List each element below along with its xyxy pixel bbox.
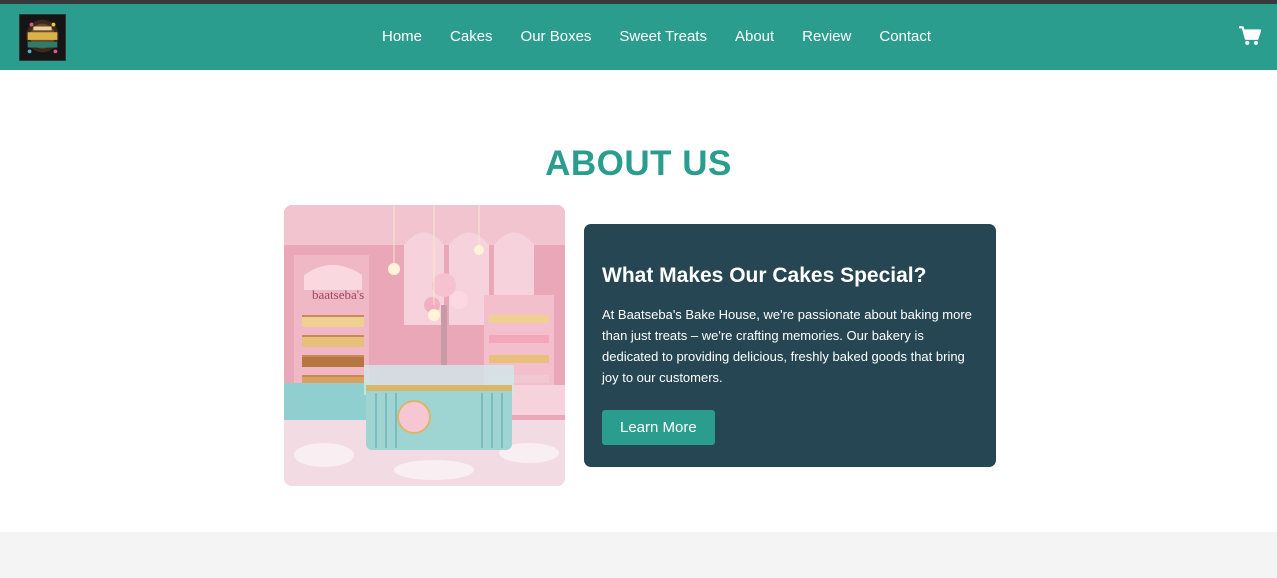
nav-link-sweet-treats[interactable]: Sweet Treats — [605, 4, 721, 70]
card-description: At Baatseba's Bake House, we're passiona… — [602, 307, 972, 385]
nav-link-contact[interactable]: Contact — [865, 4, 945, 70]
nav-link-our-boxes[interactable]: Our Boxes — [507, 4, 606, 70]
bakery-interior-image: baatseba's — [284, 205, 565, 486]
logo-icon — [20, 15, 65, 60]
site-logo[interactable] — [19, 14, 66, 61]
about-card: What Makes Our Cakes Special? At Baatseb… — [584, 224, 996, 467]
nav-link-review[interactable]: Review — [788, 4, 865, 70]
navbar: Home Cakes Our Boxes Sweet Treats About … — [0, 4, 1277, 70]
section-title: ABOUT US — [545, 144, 732, 183]
bakery-sign-text: baatseba's — [312, 287, 364, 302]
card-heading: What Makes Our Cakes Special? — [602, 264, 927, 287]
shopping-cart-icon[interactable] — [1239, 25, 1261, 47]
footer-section — [0, 532, 1277, 578]
learn-more-button[interactable]: Learn More — [602, 410, 715, 445]
nav-link-cakes[interactable]: Cakes — [436, 4, 507, 70]
nav-menu: Home Cakes Our Boxes Sweet Treats About … — [368, 4, 945, 70]
nav-link-about[interactable]: About — [721, 4, 788, 70]
nav-link-home[interactable]: Home — [368, 4, 436, 70]
